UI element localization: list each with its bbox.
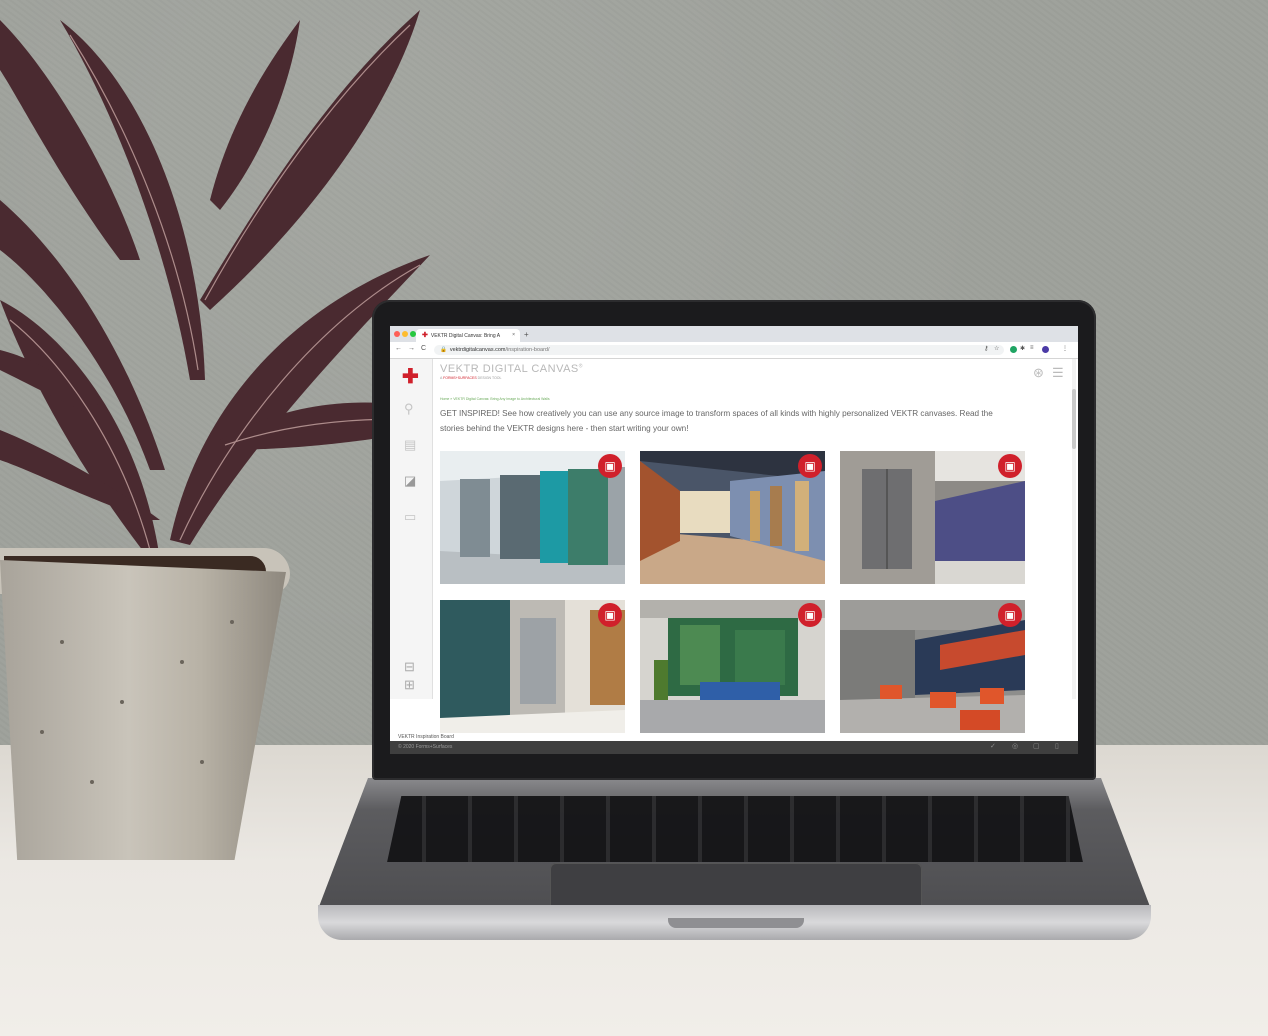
tile-image-elevator-stairs: [840, 451, 1025, 584]
footer-copyright: © 2020 Forms+Surfaces: [398, 744, 453, 750]
browser-menu-icon[interactable]: ⋮: [1062, 345, 1068, 352]
back-arrow-icon[interactable]: ←: [395, 345, 402, 352]
linkedin-icon[interactable]: ▢: [1033, 741, 1040, 753]
laptop-notch: [668, 918, 804, 928]
login-icon[interactable]: ⊛: [1033, 365, 1044, 381]
brand-subtitle: A FORMS+SURFACES DESIGN TOOL: [440, 376, 502, 380]
pot-speck: [60, 640, 64, 644]
film-icon[interactable]: ▣: [598, 603, 622, 627]
film-icon[interactable]: ▣: [598, 454, 622, 478]
inspiration-tile[interactable]: ▣: [440, 451, 625, 584]
breadcrumb[interactable]: Home » VEKTR Digital Canvas: Bring Any I…: [440, 397, 550, 401]
pot-speck: [90, 780, 94, 784]
tile-image-corridor-city: [640, 451, 825, 584]
facebook-icon[interactable]: ▯: [1055, 741, 1059, 753]
vektr-favicon-icon: ✚: [422, 332, 428, 339]
brand-header[interactable]: VEKTR DIGITAL CANVAS® A FORMS+SURFACES D…: [440, 363, 583, 380]
status-bar: VEKTR Inspiration Board: [390, 733, 1078, 741]
tile-image-elevator-lobby: [440, 451, 625, 584]
browser-toolbar: ← → C 🔒 vektrdigitalcanvas.com/inspiratio…: [390, 342, 1078, 359]
extensions-puzzle-icon[interactable]: ✱: [1020, 345, 1025, 352]
film-icon[interactable]: ▣: [798, 603, 822, 627]
brand-title: VEKTR DIGITAL CANVAS®: [440, 363, 583, 375]
inspiration-tile[interactable]: ▣: [640, 600, 825, 733]
tile-image-mosaic-elevator: [440, 600, 625, 733]
profile-avatar[interactable]: [1042, 346, 1049, 353]
url-path: /inspiration-board/: [505, 347, 550, 353]
lock-icon: 🔒: [440, 347, 447, 353]
tile-image-cafe-seating: [840, 600, 1025, 733]
film-icon[interactable]: ▣: [798, 454, 822, 478]
instagram-icon[interactable]: ◎: [1012, 741, 1018, 753]
inspiration-tile[interactable]: ▣: [840, 600, 1025, 733]
tab-close-icon[interactable]: ×: [512, 329, 515, 342]
pot-speck: [180, 660, 184, 664]
tab-title: VEKTR Digital Canvas: Bring A: [430, 333, 501, 339]
vektr-app: ✚ ⚲ ▤ ◪ ▭ ⊟ ⊞ VEKTR DIGITAL CANVAS® A FO…: [390, 359, 1078, 754]
vektr-logo-icon[interactable]: ✚: [402, 367, 419, 387]
intro-text: GET INSPIRED! See how creatively you can…: [440, 409, 993, 433]
briefcase-icon[interactable]: ⊟: [404, 659, 415, 675]
footer: © 2020 Forms+Surfaces ✓ ◎ ▢ ▯: [390, 741, 1078, 754]
forward-arrow-icon[interactable]: →: [408, 345, 415, 352]
app-sidebar: ✚ ⚲ ▤ ◪ ▭ ⊟ ⊞: [390, 359, 433, 699]
inspiration-tile[interactable]: ▣: [840, 451, 1025, 584]
inspiration-tile[interactable]: ▣: [640, 451, 825, 584]
browser-tab-bar: ✚ VEKTR Digital Canvas: Bring A × +: [390, 326, 1078, 342]
pot-speck: [200, 760, 204, 764]
address-bar[interactable]: 🔒 vektrdigitalcanvas.com/inspiration-boar…: [434, 345, 1004, 355]
key-icon[interactable]: ⚷: [984, 345, 988, 352]
pot-speck: [120, 700, 124, 704]
twitter-icon[interactable]: ✓: [990, 741, 996, 753]
pot-speck: [40, 730, 44, 734]
tile-image-green-wall-lounge: [640, 600, 825, 733]
new-tab-button[interactable]: +: [524, 330, 529, 339]
gallery-icon[interactable]: ◪: [404, 473, 416, 489]
scrollbar-thumb[interactable]: [1072, 389, 1076, 449]
laptop-screen: ✚ VEKTR Digital Canvas: Bring A × + ← → C…: [390, 326, 1078, 754]
minimize-window-button[interactable]: [402, 331, 408, 337]
location-pin-icon[interactable]: ⚲: [404, 401, 414, 417]
bookmark-star-icon[interactable]: ☆: [994, 345, 999, 352]
close-window-button[interactable]: [394, 331, 400, 337]
cart-icon[interactable]: ⊞: [404, 677, 415, 693]
film-icon[interactable]: ▣: [998, 454, 1022, 478]
pot-speck: [230, 620, 234, 624]
inspiration-tile[interactable]: ▣: [440, 600, 625, 733]
url-host: vektrdigitalcanvas.com: [449, 347, 506, 353]
film-icon[interactable]: ▣: [998, 603, 1022, 627]
hamburger-menu-icon[interactable]: ☰: [1052, 365, 1064, 381]
save-icon[interactable]: ▤: [404, 437, 416, 453]
folder-icon[interactable]: ▭: [404, 509, 416, 525]
laptop-keyboard: [387, 796, 1083, 862]
extension-green-icon[interactable]: [1010, 346, 1017, 353]
browser-tab-active[interactable]: ✚ VEKTR Digital Canvas: Bring A ×: [416, 329, 520, 342]
status-label: VEKTR Inspiration Board: [398, 734, 454, 740]
inspiration-grid: ▣ ▣ ▣ ▣ ▣ ▣: [440, 451, 1025, 733]
reading-list-icon[interactable]: ≡: [1030, 345, 1034, 351]
reload-icon[interactable]: C: [421, 345, 426, 352]
